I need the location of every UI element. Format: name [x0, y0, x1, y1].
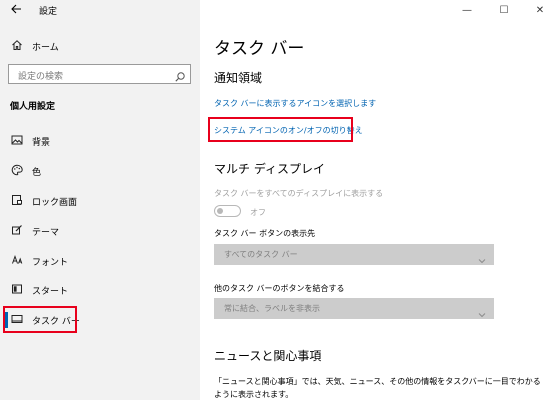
select-taskbar-icons-link[interactable]: タスク バーに表示するアイコンを選択します: [214, 98, 376, 109]
sidebar-item-label: 背景: [32, 138, 51, 148]
combine-buttons-label: 他のタスク バーのボタンを結合する: [214, 284, 345, 293]
lock-screen-icon: [10, 194, 24, 208]
sidebar-item-label: テーマ: [32, 228, 60, 238]
combine-buttons-select[interactable]: 常に結合、ラベルを非表示: [214, 298, 494, 319]
notification-area-heading: 通知領域: [214, 71, 263, 85]
back-arrow-icon[interactable]: [8, 3, 24, 19]
palette-icon: [10, 164, 24, 178]
sidebar-item-label: スタート: [32, 287, 69, 297]
minimize-icon[interactable]: —: [460, 4, 474, 18]
font-icon: [10, 254, 24, 268]
sidebar-item-color[interactable]: 色: [0, 160, 200, 182]
search-input[interactable]: 設定の検索: [8, 64, 191, 84]
show-on-all-displays-toggle[interactable]: [214, 205, 241, 217]
multi-display-heading: マルチ ディスプレイ: [214, 162, 325, 176]
sidebar-item-theme[interactable]: テーマ: [0, 220, 200, 242]
highlight-box-taskbar: [3, 306, 77, 333]
toggle-knob: [217, 207, 223, 214]
toggle-state-label: オフ: [250, 208, 266, 217]
sidebar: 設定 ホーム 設定の検索 個人用設定 背景 色 ロック画面 テーマ フォント ス…: [0, 0, 200, 400]
select-value: 常に結合、ラベルを非表示: [224, 304, 320, 313]
sidebar-item-label: フォント: [32, 258, 69, 268]
page-title: タスク バー: [214, 39, 305, 59]
sidebar-item-label: 色: [32, 168, 42, 178]
chevron-down-icon: [478, 250, 486, 264]
search-placeholder: 設定の検索: [18, 72, 64, 82]
sidebar-item-background[interactable]: 背景: [0, 130, 200, 152]
maximize-icon[interactable]: ☐: [497, 4, 511, 18]
start-icon: [10, 283, 24, 297]
sidebar-item-label: ホーム: [32, 43, 59, 53]
section-header: 個人用設定: [10, 102, 56, 112]
home-icon: [10, 39, 24, 53]
sidebar-item-home[interactable]: ホーム: [0, 36, 200, 56]
title-bar: 設定: [0, 0, 200, 22]
show-on-all-displays-label: タスク バーをすべてのディスプレイに表示する: [214, 189, 384, 198]
search-icon[interactable]: [174, 68, 186, 82]
close-icon[interactable]: ✕: [533, 4, 547, 18]
select-value: すべてのタスク バー: [224, 250, 298, 259]
chevron-down-icon: [478, 304, 486, 318]
theme-brush-icon: [10, 224, 24, 238]
buttons-show-on-label: タスク バー ボタンの表示先: [214, 229, 316, 238]
sidebar-item-start[interactable]: スタート: [0, 279, 200, 301]
news-heading: ニュースと関心事項: [214, 349, 322, 363]
news-description: 「ニュースと関心事項」では、天気、ニュース、その他の情報をタスクバーに一目でわか…: [214, 377, 541, 399]
highlight-box-system-icons: [208, 117, 353, 142]
app-title: 設定: [39, 7, 58, 17]
sidebar-item-label: ロック画面: [32, 198, 78, 208]
main-panel: — ☐ ✕ タスク バー 通知領域 タスク バーに表示するアイコンを選択します …: [200, 0, 550, 400]
picture-icon: [10, 134, 24, 148]
buttons-show-on-select[interactable]: すべてのタスク バー: [214, 244, 494, 265]
sidebar-item-lock-screen[interactable]: ロック画面: [0, 190, 200, 212]
sidebar-item-font[interactable]: フォント: [0, 250, 200, 272]
